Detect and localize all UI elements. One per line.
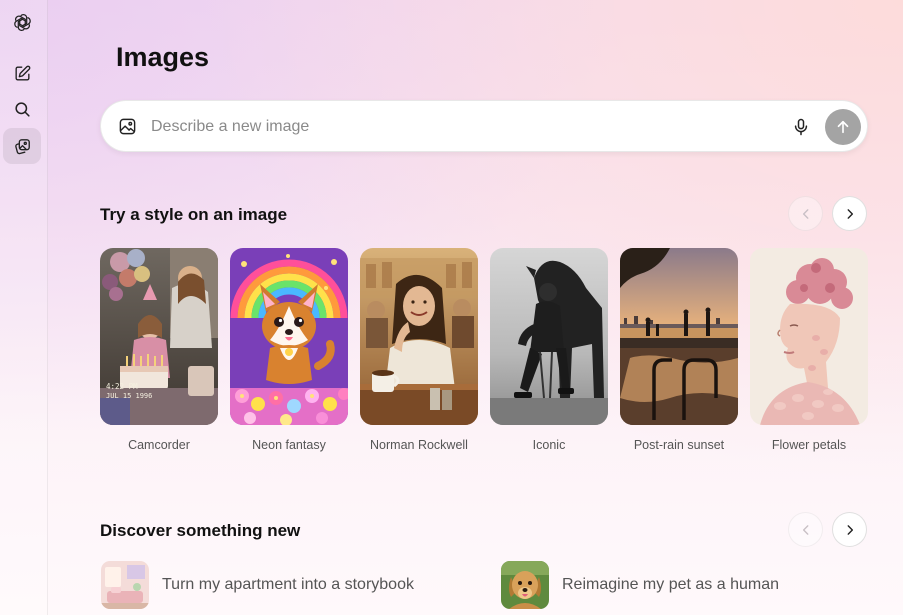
microphone-icon[interactable]	[791, 116, 811, 138]
svg-text:4:22 PM: 4:22 PM	[106, 382, 138, 391]
arrow-up-icon	[837, 120, 849, 134]
style-thumbnail	[230, 248, 348, 425]
style-thumbnail	[620, 248, 738, 425]
chevron-left-icon	[802, 524, 808, 535]
send-button[interactable]	[825, 109, 861, 145]
discover-item-pet-as-human[interactable]: Reimagine my pet as a human	[501, 561, 779, 609]
images-library-icon	[14, 138, 30, 154]
new-chat-icon	[14, 65, 30, 81]
discover-prev-button[interactable]	[788, 512, 823, 547]
style-label: Post-rain sunset	[633, 438, 725, 452]
discover-item-storybook-apartment[interactable]: Turn my apartment into a storybook	[101, 561, 414, 609]
petal-portrait-image	[750, 248, 868, 425]
svg-text:JUL 15 1996: JUL 15 1996	[106, 392, 152, 400]
images-library-button[interactable]	[3, 128, 41, 164]
openai-logo-button[interactable]	[3, 4, 41, 40]
style-label: Flower petals	[771, 438, 847, 452]
style-card-flower-petals[interactable]: Flower petals	[750, 248, 868, 452]
discover-next-button[interactable]	[832, 512, 867, 547]
discover-label: Reimagine my pet as a human	[562, 576, 779, 593]
openai-logo-icon	[13, 13, 31, 31]
style-card-post-rain-sunset[interactable]: Post-rain sunset	[620, 248, 738, 452]
chevron-right-icon	[847, 208, 853, 219]
diner-portrait-image	[360, 248, 478, 425]
chevron-right-icon	[847, 524, 853, 535]
discover-thumbnail	[101, 561, 149, 609]
sunset-pier-image	[620, 248, 738, 425]
search-icon	[14, 101, 30, 117]
image-upload-icon[interactable]	[118, 117, 137, 136]
chevron-left-icon	[802, 208, 808, 219]
style-card-norman-rockwell[interactable]: Norman Rockwell	[360, 248, 478, 452]
style-carousel: 4:22 PM JUL 15 1996 Camcorder Neon fanta…	[100, 248, 903, 468]
style-label: Iconic	[532, 438, 566, 452]
new-chat-button[interactable]	[3, 55, 41, 91]
neon-corgi-image	[230, 248, 348, 425]
style-label: Camcorder	[128, 438, 190, 452]
storybook-room-image	[101, 561, 149, 609]
camcorder-birthday-image: 4:22 PM JUL 15 1996	[100, 248, 218, 425]
styles-next-button[interactable]	[832, 196, 867, 231]
man-and-horse-bw-image	[490, 248, 608, 425]
style-thumbnail	[750, 248, 868, 425]
styles-section-title: Try a style on an image	[100, 205, 288, 224]
search-button[interactable]	[3, 91, 41, 127]
style-label: Neon fantasy	[252, 438, 326, 452]
page-title: Images	[116, 42, 210, 72]
discover-label: Turn my apartment into a storybook	[162, 576, 414, 593]
style-thumbnail: 4:22 PM JUL 15 1996	[100, 248, 218, 425]
style-thumbnail	[360, 248, 478, 425]
style-card-iconic[interactable]: Iconic	[490, 248, 608, 452]
styles-prev-button[interactable]	[788, 196, 823, 231]
style-card-camcorder[interactable]: 4:22 PM JUL 15 1996 Camcorder	[100, 248, 218, 452]
image-prompt-box	[100, 100, 868, 152]
image-prompt-input[interactable]	[151, 114, 751, 140]
style-label: Norman Rockwell	[370, 438, 468, 452]
discover-thumbnail	[501, 561, 549, 609]
discover-section-title: Discover something new	[100, 521, 301, 540]
style-card-neon-fantasy[interactable]: Neon fantasy	[230, 248, 348, 452]
style-thumbnail	[490, 248, 608, 425]
golden-retriever-image	[501, 561, 549, 609]
sidebar	[0, 0, 48, 615]
